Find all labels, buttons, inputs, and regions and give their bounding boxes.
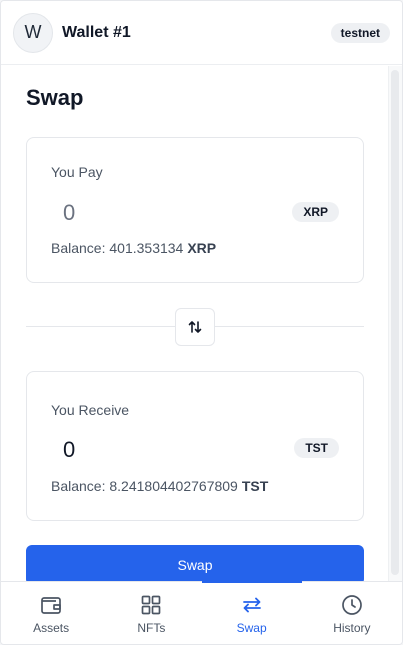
wallet-window: W Wallet #1 testnet Swap You Pay 0 XRP B… [0,0,403,645]
nav-label-nfts: NFTs [137,621,166,635]
nav-item-nfts[interactable]: NFTs [101,582,201,644]
avatar[interactable]: W [13,12,53,53]
bottom-nav: Assets NFTs Swap History [1,581,402,644]
scrollbar-thumb[interactable] [391,70,399,575]
switch-direction-button[interactable] [175,308,215,346]
receive-balance-symbol: TST [241,478,269,494]
nav-label-assets: Assets [33,621,70,635]
receive-balance: Balance: 8.241804402767809 TST [51,478,268,494]
pay-token-badge[interactable]: XRP [292,202,339,222]
nav-item-assets[interactable]: Assets [1,582,101,644]
receive-card: You Receive 0 TST Balance: 8.24180440276… [26,371,364,521]
receive-balance-value: Balance: 8.241804402767809 [51,478,238,494]
nav-item-swap[interactable]: Swap [201,581,303,644]
nav-label-swap: Swap [236,621,267,635]
pay-card: You Pay 0 XRP Balance: 401.353134 XRP [26,137,364,283]
receive-token-badge[interactable]: TST [294,438,339,458]
grid-icon [142,595,161,615]
network-badge[interactable]: testnet [330,22,390,43]
receive-label: You Receive [51,402,130,418]
clock-icon [342,595,362,615]
avatar-letter: W [24,22,42,42]
pay-amount-input[interactable]: 0 [63,200,75,226]
pay-label: You Pay [51,164,103,180]
pay-balance-value: Balance: 401.353134 [51,240,184,256]
header: W Wallet #1 testnet [1,1,402,65]
arrows-up-down-icon [188,321,202,333]
wallet-name[interactable]: Wallet #1 [62,24,131,42]
wallet-icon [41,597,61,614]
swap-arrows-icon [242,597,261,613]
pay-balance-symbol: XRP [187,240,217,256]
nav-label-history: History [333,621,371,635]
swap-content: Swap You Pay 0 XRP Balance: 401.353134 XR… [1,66,402,581]
page-title: Swap [26,85,84,110]
receive-amount: 0 [63,437,76,462]
nav-item-history[interactable]: History [302,582,402,644]
pay-balance: Balance: 401.353134 XRP [51,240,216,256]
swap-button[interactable]: Swap [26,545,364,581]
